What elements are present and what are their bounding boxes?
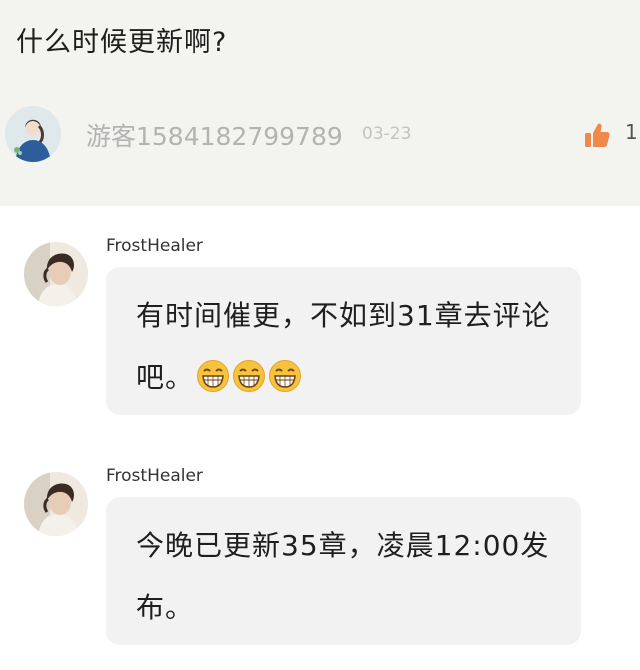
post-question: 什么时候更新啊?: [16, 27, 228, 58]
author-name[interactable]: 游客1584182799789: [86, 117, 343, 153]
post-date: 03-23: [362, 124, 412, 144]
boy-portrait-icon: [24, 472, 88, 536]
reply-avatar[interactable]: [24, 242, 88, 306]
author-avatar[interactable]: [5, 106, 61, 162]
grinning-emoji-icon: [196, 353, 230, 392]
reply-username[interactable]: FrostHealer: [106, 236, 203, 256]
boy-portrait-icon: [24, 242, 88, 306]
grinning-emoji-icon: [268, 353, 302, 392]
reply-username[interactable]: FrostHealer: [106, 466, 203, 486]
reply-text: 今晚已更新35章，凌晨12:00发布。: [136, 529, 550, 624]
grinning-emoji-icon: [232, 353, 266, 392]
like-count: 1: [625, 120, 638, 144]
reply-bubble: 有时间催更，不如到31章去评论吧。: [106, 267, 581, 415]
reply-bubble: 今晚已更新35章，凌晨12:00发布。: [106, 497, 581, 645]
girl-portrait-icon: [5, 106, 61, 162]
thumbs-up-icon[interactable]: [583, 121, 611, 149]
reply-avatar[interactable]: [24, 472, 88, 536]
post-header: 什么时候更新啊? 游客1584182799789 03-23 1: [0, 0, 640, 206]
